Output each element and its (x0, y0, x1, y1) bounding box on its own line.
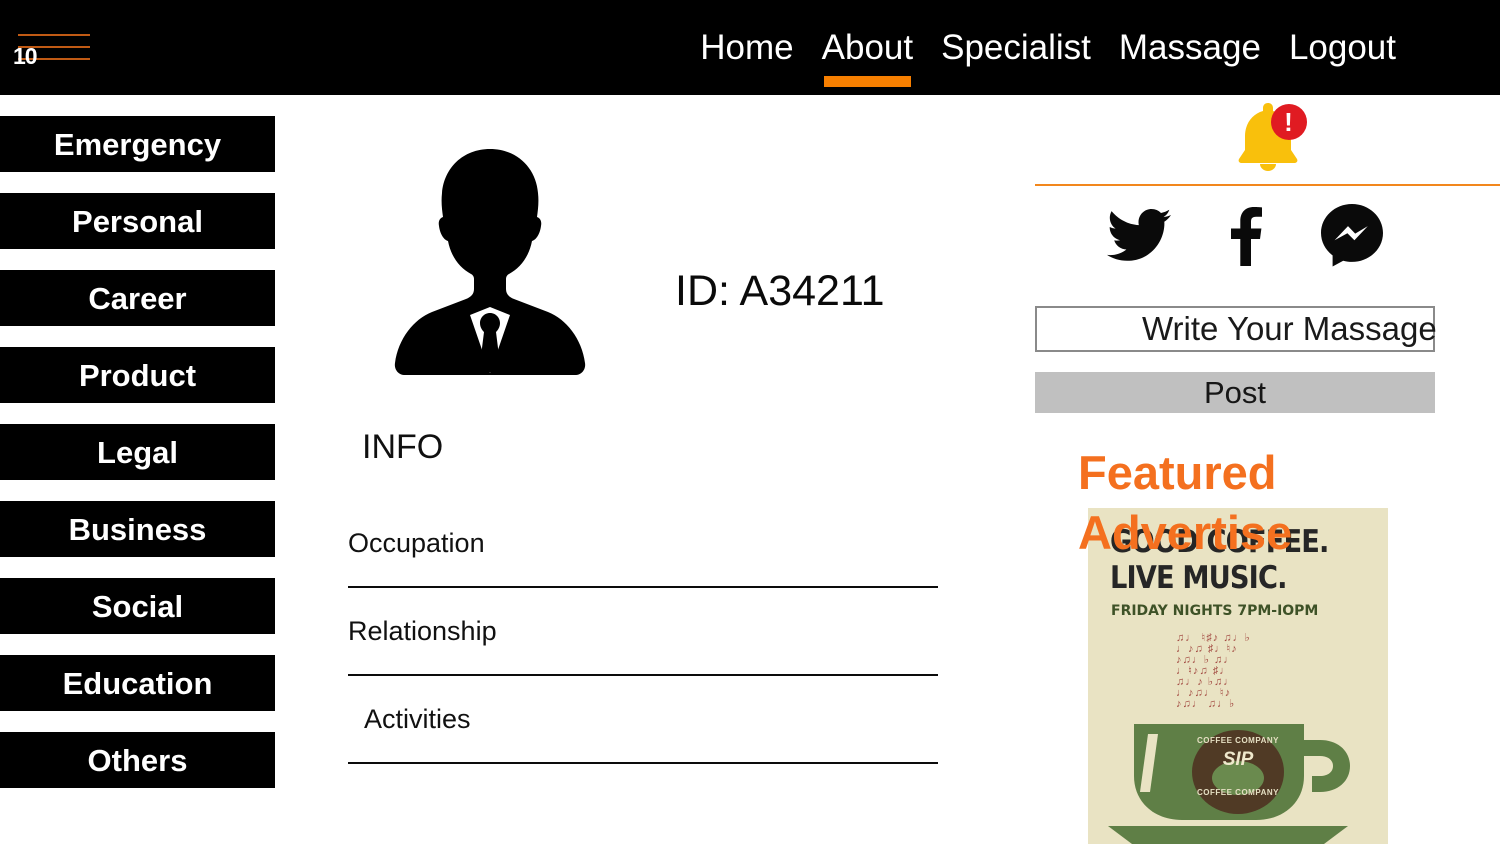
sidebar-item-label: Emergency (53, 126, 222, 162)
profile-main-content: ID: A34211 INFO Occupation Relationship … (310, 110, 970, 764)
sidebar-item-label: Others (87, 742, 188, 778)
field-label: Occupation (348, 527, 485, 558)
info-fields-list: Occupation Relationship Activities (348, 500, 938, 764)
field-occupation[interactable]: Occupation (348, 500, 938, 588)
notification-badge: ! (1270, 104, 1307, 140)
nav-links: Home About Specialist Massage Logout (686, 0, 1410, 95)
sidebar-item-education[interactable]: Education (0, 655, 275, 711)
post-button[interactable]: Post (1035, 372, 1435, 413)
sidebar-item-emergency[interactable]: Emergency (0, 116, 275, 172)
social-icons-row (1035, 186, 1500, 273)
nav-item-massage[interactable]: Massage (1105, 30, 1275, 65)
field-label: Relationship (348, 615, 497, 646)
sidebar-item-label: Product (78, 357, 197, 393)
message-input-value: Write Your Massage (1142, 310, 1437, 347)
sidebar-item-label: Education (62, 665, 213, 701)
music-notes-decoration: ♫♩ ♮♯♪ ♫♩♭ ♩♪♫ ♯♩♮♪ ♪♫♩♭ ♫♩ ♩♮♪♫ ♯♩ ♫♩♪ … (1176, 633, 1251, 710)
messenger-icon[interactable] (1321, 204, 1383, 273)
right-panel: ! Write Your Massage Post (1035, 100, 1500, 413)
ad-logo-bottom-text: COFFEE COMPANY (1197, 788, 1279, 797)
profile-header-row: ID: A34211 (310, 110, 970, 380)
sidebar-item-social[interactable]: Social (0, 578, 275, 634)
profile-id-text: ID: A34211 (675, 267, 885, 315)
sidebar-item-others[interactable]: Others (0, 732, 275, 788)
sidebar-item-business[interactable]: Business (0, 501, 275, 557)
sidebar-item-label: Business (68, 511, 207, 547)
nav-item-about[interactable]: About (808, 30, 927, 87)
sidebar-item-label: Personal (72, 203, 203, 239)
featured-advertise-section: Featured Advertise GOOD COFFEE. LIVE MUS… (1035, 435, 1500, 844)
top-navigation-bar: 10 Home About Specialist Massage Logout (0, 0, 1500, 95)
about-page: 10 Home About Specialist Massage Logout … (0, 0, 1500, 844)
advertisement-poster[interactable]: GOOD COFFEE. LIVE MUSIC. FRIDAY NIGHTS 7… (1088, 508, 1388, 844)
sidebar-item-product[interactable]: Product (0, 347, 275, 403)
nav-item-home[interactable]: Home (686, 30, 807, 65)
field-relationship[interactable]: Relationship (348, 588, 938, 676)
ad-logo-top-text: COFFEE COMPANY (1197, 736, 1279, 745)
field-activities[interactable]: Activities (348, 676, 938, 764)
user-silhouette-icon (390, 135, 590, 375)
sidebar-item-label: Social (91, 588, 184, 624)
menu-badge-count: 10 (13, 43, 38, 69)
coffee-cup-graphic: COFFEE COMPANY SIP COFFEE COMPANY (1088, 716, 1388, 844)
nav-item-logout[interactable]: Logout (1275, 30, 1410, 65)
nav-item-specialist[interactable]: Specialist (927, 30, 1105, 65)
twitter-icon[interactable] (1107, 208, 1171, 269)
ad-subline: FRIDAY NIGHTS 7PM-IOPM (1111, 603, 1319, 619)
sidebar-item-personal[interactable]: Personal (0, 193, 275, 249)
sidebar-item-label: Legal (97, 434, 178, 470)
facebook-icon[interactable] (1229, 206, 1263, 271)
sidebar-item-label: Career (88, 280, 187, 316)
notification-area: ! (1035, 100, 1500, 180)
sidebar-item-legal[interactable]: Legal (0, 424, 275, 480)
sidebar-menu: Emergency Personal Career Product Legal … (0, 95, 275, 844)
sidebar-item-career[interactable]: Career (0, 270, 275, 326)
ad-headline-line1: GOOD COFFEE. (1110, 524, 1329, 560)
message-input[interactable]: Write Your Massage (1035, 306, 1437, 352)
ad-headline-line2: LIVE MUSIC. (1110, 560, 1287, 596)
info-section-heading: INFO (362, 428, 444, 466)
ad-logo-center-text: SIP (1222, 749, 1254, 770)
bell-icon[interactable]: ! (1233, 100, 1307, 172)
field-label: Activities (364, 703, 471, 734)
hamburger-line-1 (18, 34, 90, 36)
